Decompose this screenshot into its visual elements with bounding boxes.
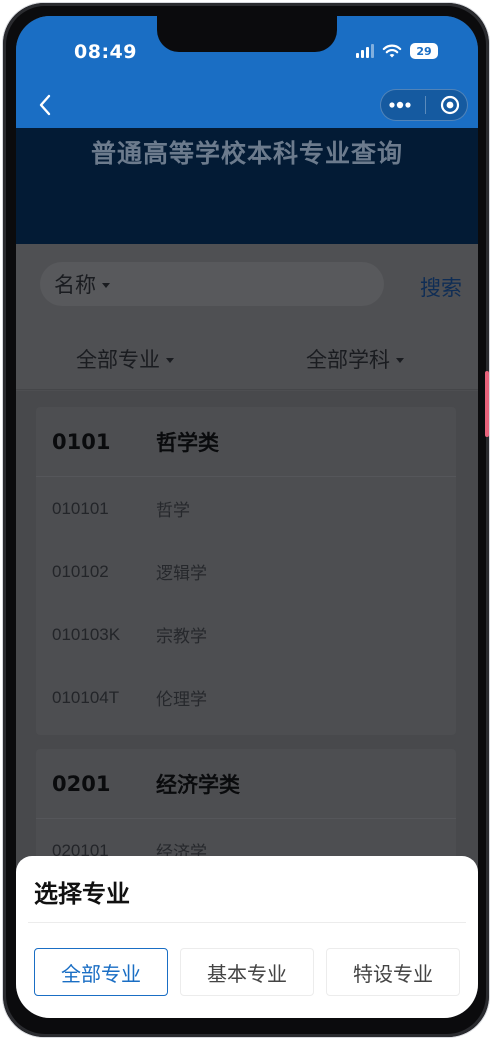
mini-program-capsule — [380, 89, 468, 121]
group-name: 经济学类 — [156, 772, 240, 797]
major-type-options: 全部专业 基本专业 特设专业 — [34, 948, 460, 996]
select-major-sheet: 选择专业 全部专业 基本专业 特设专业 — [16, 856, 478, 1018]
more-options-icon[interactable] — [388, 101, 412, 109]
phone-frame: 08:49 29 普通高等学校本科专业查询 名称 搜索 全部专业 全部学科 01… — [2, 2, 490, 1038]
major-name: 逻辑学 — [156, 564, 207, 584]
close-mini-program-icon[interactable] — [440, 95, 460, 115]
group-header[interactable]: 0101 哲学类 — [36, 407, 456, 477]
subject-filter-label: 全部学科 — [306, 348, 390, 372]
chevron-left-icon — [39, 94, 51, 116]
group-code: 0201 — [52, 771, 111, 796]
filter-row: 全部专业 全部学科 — [16, 324, 478, 390]
status-time: 08:49 — [74, 41, 137, 63]
option-all-majors[interactable]: 全部专业 — [34, 948, 168, 996]
divider — [28, 922, 466, 923]
status-icons: 29 — [356, 43, 438, 59]
wifi-icon — [382, 44, 402, 57]
major-code: 010103K — [52, 624, 121, 644]
major-name: 哲学 — [156, 501, 190, 521]
sheet-title: 选择专业 — [34, 880, 130, 908]
list-item[interactable]: 010102 逻辑学 — [36, 540, 456, 603]
major-filter-label: 全部专业 — [76, 348, 160, 372]
major-name: 宗教学 — [156, 627, 207, 647]
caret-down-icon — [396, 357, 404, 363]
cellular-signal-icon — [356, 44, 374, 58]
list-item[interactable]: 010104T 伦理学 — [36, 666, 456, 729]
major-name: 伦理学 — [156, 690, 207, 710]
option-basic-majors[interactable]: 基本专业 — [180, 948, 314, 996]
subject-filter[interactable]: 全部学科 — [306, 344, 404, 374]
major-filter[interactable]: 全部专业 — [76, 344, 174, 374]
search-button[interactable]: 搜索 — [420, 272, 462, 302]
major-code: 010104T — [52, 687, 120, 707]
search-input[interactable]: 名称 — [40, 262, 384, 306]
caret-down-icon — [102, 282, 110, 288]
major-code: 010102 — [52, 561, 109, 581]
page-title: 普通高等学校本科专业查询 — [90, 139, 403, 168]
major-code: 010101 — [52, 498, 109, 518]
caret-down-icon — [166, 357, 174, 363]
camera-notch — [157, 16, 337, 52]
search-field-selector[interactable]: 名称 — [54, 269, 96, 299]
list-item[interactable]: 010103K 宗教学 — [36, 603, 456, 666]
list-item[interactable]: 010101 哲学 — [36, 477, 456, 540]
side-button — [485, 371, 489, 437]
app-header: 08:49 29 — [16, 16, 478, 128]
major-group: 0101 哲学类 010101 哲学 010102 逻辑学 010103K 宗教… — [36, 407, 456, 735]
capsule-divider — [425, 96, 427, 114]
screen: 08:49 29 普通高等学校本科专业查询 名称 搜索 全部专业 全部学科 01… — [16, 16, 478, 1018]
battery-indicator: 29 — [410, 43, 438, 59]
search-row: 名称 搜索 — [16, 244, 478, 324]
option-special-majors[interactable]: 特设专业 — [326, 948, 460, 996]
group-header[interactable]: 0201 经济学类 — [36, 749, 456, 819]
group-code: 0101 — [52, 429, 111, 454]
group-name: 哲学类 — [156, 430, 219, 455]
back-button[interactable] — [32, 92, 58, 118]
